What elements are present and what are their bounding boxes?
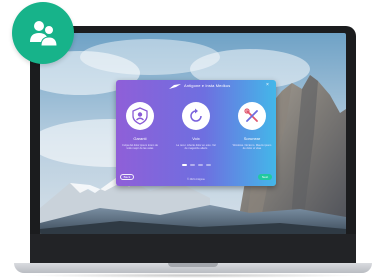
laptop-shadow <box>26 273 360 278</box>
dialog-title: Antigone e Insta Medkus <box>184 83 231 88</box>
feature-title: Sorunear <box>243 136 261 141</box>
feature-card: Garantí Culpa del dolor ipsum lorem de t… <box>120 102 160 150</box>
feature-icon-circle <box>238 102 266 130</box>
feature-card: Sorunear Windows. No Est s. Mauris ipsum… <box>232 102 272 150</box>
tools-icon <box>244 108 258 122</box>
feature-icon-circle <box>126 102 154 130</box>
feature-title: Voix <box>192 136 200 141</box>
feature-desc: Culpa del dolor ipsum lorem de todo mejo… <box>122 144 158 151</box>
app-logo-icon <box>169 84 181 89</box>
page-indicator <box>182 164 211 166</box>
users-icon <box>30 21 58 47</box>
product-hero: Antigone e Insta Medkus × Garantí Culpa … <box>0 0 384 280</box>
laptop-notch <box>168 263 218 267</box>
feature-desc: Windows. No Est s. Mauris ipsum de dolor… <box>232 144 272 151</box>
dialog-footer: © 2021 Antigone <box>187 178 205 181</box>
shield-person-icon <box>132 107 148 125</box>
close-icon[interactable]: × <box>266 83 269 88</box>
page-dot[interactable] <box>182 164 187 166</box>
feature-card: Voix La recur. Liberte dolor en esto. Ve… <box>176 102 216 150</box>
page-dot[interactable] <box>190 164 195 166</box>
users-badge <box>12 2 74 64</box>
refresh-icon <box>190 108 202 122</box>
page-dot[interactable] <box>206 164 211 166</box>
feature-desc: La recur. Liberte dolor en esto. Vel de … <box>176 144 216 151</box>
page-dot[interactable] <box>198 164 203 166</box>
laptop-bezel <box>30 234 356 266</box>
feature-icon-circle <box>182 102 210 130</box>
setup-dialog: Antigone e Insta Medkus × Garantí Culpa … <box>116 80 276 186</box>
feature-title: Garantí <box>133 136 147 141</box>
dialog-titlebar: Antigone e Insta Medkus × <box>116 80 276 94</box>
